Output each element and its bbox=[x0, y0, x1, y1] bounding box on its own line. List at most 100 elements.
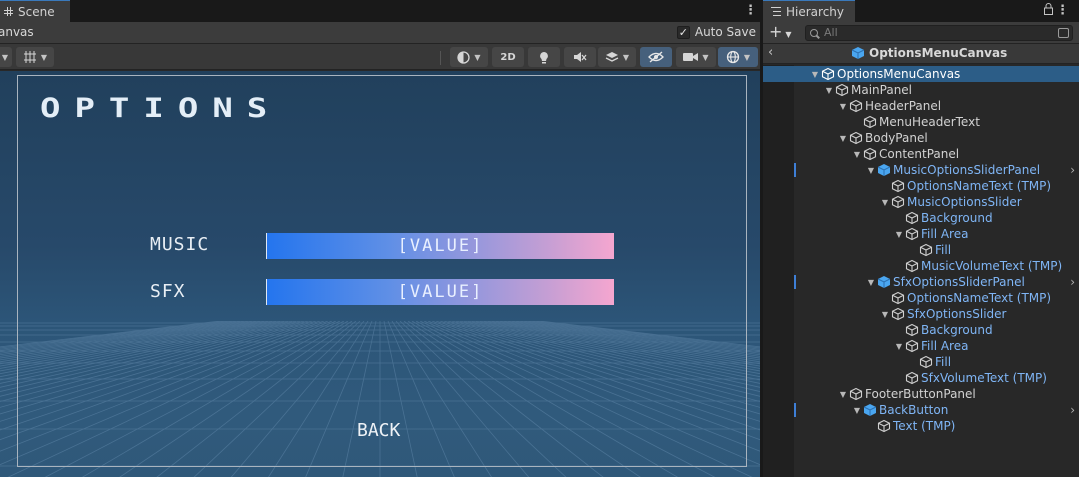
tab-hierarchy[interactable]: Hierarchy bbox=[763, 0, 855, 22]
more-options-icon[interactable]: ⋮ bbox=[744, 4, 757, 17]
expand-toggle-icon[interactable]: ▼ bbox=[865, 278, 877, 287]
prefab-cube-icon bbox=[877, 164, 891, 176]
chevron-down-icon: ▼ bbox=[474, 52, 481, 62]
music-label: MUSIC bbox=[150, 234, 210, 255]
gameobject-cube-icon bbox=[863, 115, 877, 129]
hierarchy-item[interactable]: ▼ HeaderPanel bbox=[763, 98, 1079, 114]
toolbar-separator bbox=[440, 51, 441, 65]
hierarchy-item[interactable]: OptionsNameText (TMP) bbox=[763, 290, 1079, 306]
gameobject-cube-icon bbox=[919, 355, 933, 369]
hierarchy-item-label: BackButton bbox=[879, 403, 949, 417]
hierarchy-item[interactable]: ▼ BodyPanel bbox=[763, 130, 1079, 146]
search-filter-icon[interactable] bbox=[1058, 28, 1069, 38]
prefab-cube-icon bbox=[863, 404, 877, 416]
hierarchy-item[interactable]: ▼ BackButton › bbox=[763, 402, 1079, 418]
music-volume-slider[interactable]: [VALUE] bbox=[266, 233, 614, 259]
auto-save-toggle[interactable]: ✓ Auto Save bbox=[676, 25, 756, 39]
hierarchy-item-label: MusicVolumeText (TMP) bbox=[921, 259, 1063, 273]
audio-toggle-button[interactable] bbox=[564, 47, 596, 67]
sfx-volume-slider[interactable]: [VALUE] bbox=[266, 279, 614, 305]
gameobject-cube-icon bbox=[849, 387, 863, 401]
hierarchy-item-label: ContentPanel bbox=[879, 147, 960, 161]
gizmos-dropdown[interactable]: ▼ bbox=[718, 47, 758, 67]
hierarchy-item[interactable]: ▼ Fill Area bbox=[763, 226, 1079, 242]
tab-hierarchy-label: Hierarchy bbox=[786, 4, 845, 19]
hierarchy-item[interactable]: Background bbox=[763, 322, 1079, 338]
hierarchy-item[interactable]: MusicVolumeText (TMP) bbox=[763, 258, 1079, 274]
prefab-cube-icon bbox=[851, 47, 865, 59]
add-object-button[interactable]: + ▼ bbox=[769, 23, 792, 44]
hierarchy-item[interactable]: SfxVolumeText (TMP) bbox=[763, 370, 1079, 386]
draw-mode-dropdown[interactable]: ▼ bbox=[0, 47, 12, 67]
scene-tab-bar: Scene ⋮ bbox=[0, 0, 760, 22]
gameobject-cube-icon bbox=[891, 179, 905, 193]
gameobject-cube-icon bbox=[905, 227, 919, 241]
prefab-cube-icon bbox=[877, 276, 891, 288]
camera-dropdown[interactable]: ▼ bbox=[676, 47, 716, 67]
hierarchy-item[interactable]: MenuHeaderText bbox=[763, 114, 1079, 130]
expand-toggle-icon[interactable]: ▼ bbox=[879, 198, 891, 207]
back-button[interactable]: BACK bbox=[357, 420, 400, 441]
hierarchy-item[interactable]: Fill bbox=[763, 242, 1079, 258]
camera-icon bbox=[683, 53, 699, 61]
prefab-override-marker bbox=[794, 403, 796, 417]
gameobject-cube-icon bbox=[863, 147, 877, 161]
hierarchy-item-label: MusicOptionsSlider bbox=[907, 195, 1022, 209]
hierarchy-item[interactable]: Background bbox=[763, 210, 1079, 226]
toggle-2d-button[interactable]: 2D bbox=[492, 47, 524, 67]
shading-mode-dropdown[interactable]: ▼ bbox=[450, 47, 488, 67]
hierarchy-search-input[interactable]: All bbox=[805, 25, 1073, 41]
expand-toggle-icon[interactable]: ▼ bbox=[837, 134, 849, 143]
breadcrumb[interactable]: anvas bbox=[0, 25, 34, 39]
hidden-eye-icon bbox=[648, 51, 664, 63]
hierarchy-item[interactable]: ▼ MainPanel bbox=[763, 82, 1079, 98]
gameobject-cube-icon bbox=[849, 99, 863, 113]
scene-viewport[interactable]: OPTIONS MUSIC [VALUE] SFX [VALUE] BACK bbox=[0, 71, 760, 477]
hierarchy-item[interactable]: ▼ Fill Area bbox=[763, 338, 1079, 354]
hierarchy-item[interactable]: ▼ SfxOptionsSliderPanel › bbox=[763, 274, 1079, 290]
expand-toggle-icon[interactable]: ▼ bbox=[893, 230, 905, 239]
hierarchy-item-label: HeaderPanel bbox=[865, 99, 942, 113]
auto-save-checkbox[interactable]: ✓ bbox=[676, 25, 690, 39]
open-prefab-arrow-icon[interactable]: › bbox=[1070, 163, 1075, 177]
hierarchy-item[interactable]: ▼ FooterButtonPanel bbox=[763, 386, 1079, 402]
scene-visibility-toggle[interactable] bbox=[640, 47, 672, 67]
hierarchy-item[interactable]: ▼ MusicOptionsSlider bbox=[763, 194, 1079, 210]
effects-dropdown[interactable]: ▼ bbox=[598, 47, 636, 67]
expand-toggle-icon[interactable]: ▼ bbox=[893, 342, 905, 351]
expand-toggle-icon[interactable]: ▼ bbox=[837, 102, 849, 111]
hierarchy-item[interactable]: Text (TMP) bbox=[763, 418, 1079, 434]
open-prefab-arrow-icon[interactable]: › bbox=[1070, 275, 1075, 289]
expand-toggle-icon[interactable]: ▼ bbox=[879, 310, 891, 319]
hierarchy-item[interactable]: ▼ OptionsMenuCanvas bbox=[763, 66, 1079, 82]
expand-toggle-icon[interactable]: ▼ bbox=[837, 390, 849, 399]
hierarchy-item[interactable]: OptionsNameText (TMP) bbox=[763, 178, 1079, 194]
prefab-back-button[interactable]: ‹ bbox=[768, 45, 773, 60]
gameobject-cube-icon bbox=[891, 195, 905, 209]
chevron-down-icon: ▼ bbox=[743, 52, 751, 62]
open-prefab-arrow-icon[interactable]: › bbox=[1070, 403, 1075, 417]
gameobject-cube-icon bbox=[905, 211, 919, 225]
expand-toggle-icon[interactable]: ▼ bbox=[851, 406, 863, 415]
lock-icon[interactable] bbox=[1044, 3, 1053, 15]
expand-toggle-icon[interactable]: ▼ bbox=[851, 150, 863, 159]
hierarchy-item[interactable]: Fill bbox=[763, 354, 1079, 370]
scene-window: Scene ⋮ anvas ✓ Auto Save ▼ ▼ ▼ 2D ▼ ▼ ▼… bbox=[0, 0, 760, 477]
hierarchy-item-label: Fill Area bbox=[921, 227, 969, 241]
breadcrumb-bar: anvas ✓ Auto Save bbox=[0, 22, 760, 44]
expand-toggle-icon[interactable]: ▼ bbox=[809, 70, 821, 79]
more-options-icon[interactable]: ⋮ bbox=[1056, 4, 1069, 17]
gameobject-cube-icon bbox=[905, 339, 919, 353]
gameobject-cube-icon bbox=[905, 371, 919, 385]
expand-toggle-icon[interactable]: ▼ bbox=[823, 86, 835, 95]
expand-toggle-icon[interactable]: ▼ bbox=[865, 166, 877, 175]
hierarchy-item-label: FooterButtonPanel bbox=[865, 387, 976, 401]
prefab-mode-header: ‹ OptionsMenuCanvas bbox=[763, 44, 1079, 64]
lighting-toggle-button[interactable] bbox=[528, 47, 560, 67]
hierarchy-item[interactable]: ▼ ContentPanel bbox=[763, 146, 1079, 162]
hierarchy-item-label: BodyPanel bbox=[865, 131, 928, 145]
tab-scene[interactable]: Scene bbox=[0, 0, 70, 22]
hierarchy-item[interactable]: ▼ MusicOptionsSliderPanel › bbox=[763, 162, 1079, 178]
grid-snap-dropdown[interactable]: ▼ bbox=[16, 47, 54, 67]
hierarchy-item[interactable]: ▼ SfxOptionsSlider bbox=[763, 306, 1079, 322]
